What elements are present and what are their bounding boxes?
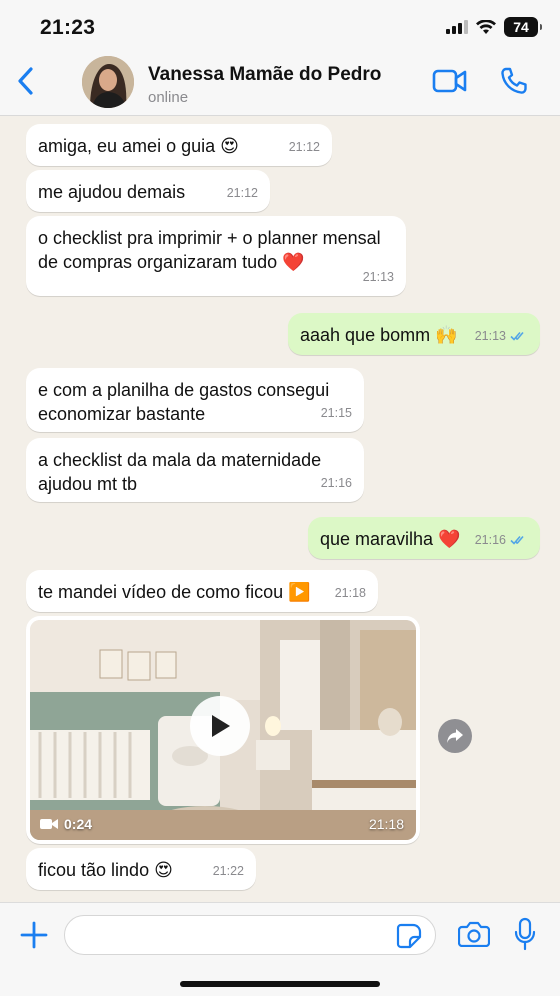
sticker-icon bbox=[396, 923, 422, 949]
message-bubble[interactable]: e com a planilha de gastos consegui econ… bbox=[26, 368, 364, 432]
play-icon bbox=[212, 715, 230, 737]
video-camera-icon bbox=[40, 819, 58, 829]
status-icons: 74 bbox=[446, 17, 542, 37]
message-text: te mandei vídeo de como ficou ▶️ bbox=[38, 582, 311, 602]
message-text: e com a planilha de gastos consegui econ… bbox=[38, 380, 330, 424]
read-ticks-icon bbox=[510, 535, 524, 545]
message-bubble-outgoing[interactable]: aaah que bomm 🙌 21:13 bbox=[288, 313, 540, 355]
message-time: 21:16 bbox=[474, 533, 506, 547]
message-meta: 21:13 bbox=[475, 324, 528, 348]
camera-icon bbox=[457, 921, 491, 948]
voice-call-button[interactable] bbox=[499, 66, 529, 101]
message-input[interactable] bbox=[64, 915, 436, 955]
phone-icon bbox=[501, 67, 527, 94]
status-time: 21:23 bbox=[40, 16, 96, 39]
forward-icon bbox=[447, 729, 463, 743]
plus-icon bbox=[20, 921, 48, 949]
message-bubble[interactable]: amiga, eu amei o guia 😍 21:12 bbox=[26, 124, 332, 166]
microphone-button[interactable] bbox=[514, 917, 536, 956]
camera-button[interactable] bbox=[457, 921, 491, 952]
message-time: 21:12 bbox=[288, 140, 320, 154]
video-thumbnail[interactable]: 0:24 21:18 bbox=[30, 620, 416, 840]
message-time: 21:13 bbox=[474, 329, 506, 343]
battery-indicator: 74 bbox=[504, 17, 542, 37]
signal-icon bbox=[446, 20, 468, 34]
message-time: 21:15 bbox=[320, 406, 352, 420]
message-bubble[interactable]: me ajudou demais 21:12 bbox=[26, 170, 270, 212]
message-time: 21:16 bbox=[320, 476, 352, 490]
message-meta: 21:16 bbox=[475, 528, 528, 552]
microphone-icon bbox=[514, 917, 536, 951]
video-message[interactable]: 0:24 21:18 bbox=[26, 616, 420, 844]
play-button[interactable] bbox=[190, 696, 250, 756]
message-text: amiga, eu amei o guia 😍 bbox=[38, 136, 239, 156]
video-duration: 0:24 bbox=[40, 816, 92, 832]
contact-status: online bbox=[148, 89, 189, 106]
message-time: 21:18 bbox=[334, 586, 366, 600]
contact-name[interactable]: Vanessa Mamãe do Pedro bbox=[148, 64, 381, 86]
message-bubble-outgoing[interactable]: que maravilha ❤️ 21:16 bbox=[308, 517, 540, 559]
wifi-icon bbox=[476, 19, 496, 34]
chevron-left-icon bbox=[18, 67, 33, 95]
forward-button[interactable] bbox=[438, 719, 472, 753]
video-time: 21:18 bbox=[368, 816, 404, 832]
video-duration-text: 0:24 bbox=[64, 816, 93, 832]
chat-header: 21:23 74 Vanessa Mamãe do Pedro online bbox=[0, 0, 560, 116]
message-text: me ajudou demais bbox=[38, 182, 186, 202]
message-bubble[interactable]: te mandei vídeo de como ficou ▶️ 21:18 bbox=[26, 570, 378, 612]
avatar-image bbox=[82, 56, 134, 108]
composer-bar bbox=[0, 902, 560, 996]
message-time: 21:22 bbox=[212, 864, 244, 878]
home-indicator bbox=[180, 981, 380, 987]
message-bubble[interactable]: o checklist pra imprimir + o planner men… bbox=[26, 216, 406, 296]
attach-button[interactable] bbox=[20, 921, 48, 954]
message-time: 21:12 bbox=[226, 186, 258, 200]
message-time: 21:13 bbox=[362, 270, 394, 284]
sticker-button[interactable] bbox=[396, 923, 422, 954]
video-camera-icon bbox=[432, 69, 467, 93]
contact-avatar[interactable] bbox=[82, 56, 134, 108]
message-bubble[interactable]: ficou tão lindo 😍 21:22 bbox=[26, 848, 256, 890]
message-text: a checklist da mala da maternidade ajudo… bbox=[38, 450, 322, 494]
message-bubble[interactable]: a checklist da mala da maternidade ajudo… bbox=[26, 438, 364, 502]
back-button[interactable] bbox=[16, 66, 36, 101]
video-call-button[interactable] bbox=[432, 68, 468, 99]
read-ticks-icon bbox=[510, 331, 524, 341]
message-text: o checklist pra imprimir + o planner men… bbox=[38, 228, 381, 272]
